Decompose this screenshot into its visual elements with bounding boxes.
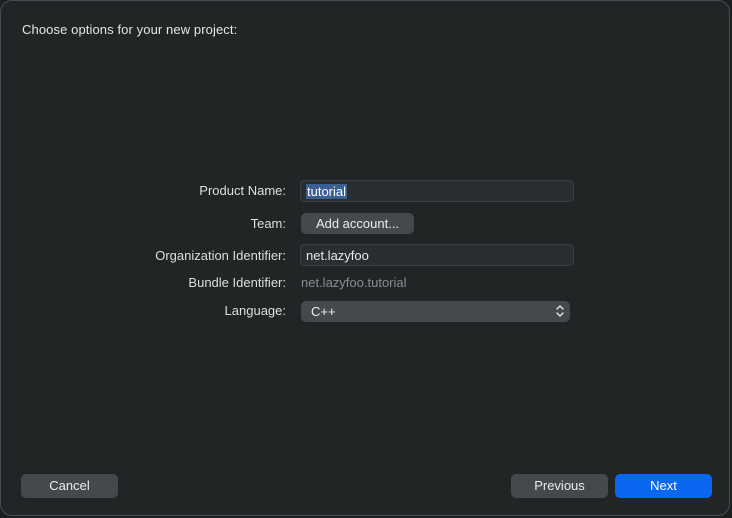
- language-popup[interactable]: C++: [301, 301, 570, 322]
- chevron-up-down-icon: [556, 305, 564, 317]
- language-selected-value: C++: [311, 304, 336, 319]
- next-button[interactable]: Next: [615, 474, 712, 498]
- bundle-identifier-label: Bundle Identifier:: [188, 275, 286, 290]
- bundle-identifier-value: net.lazyfoo.tutorial: [301, 275, 407, 290]
- previous-button[interactable]: Previous: [511, 474, 608, 498]
- organization-identifier-label: Organization Identifier:: [155, 248, 286, 263]
- language-label: Language:: [224, 303, 286, 318]
- new-project-options-dialog: Choose options for your new project: Pro…: [0, 0, 730, 516]
- product-name-field[interactable]: tutorial: [300, 180, 574, 202]
- organization-identifier-field[interactable]: net.lazyfoo: [300, 244, 574, 266]
- product-name-label: Product Name:: [199, 183, 286, 198]
- dialog-title: Choose options for your new project:: [22, 22, 238, 37]
- add-account-button[interactable]: Add account...: [301, 213, 414, 234]
- cancel-button[interactable]: Cancel: [21, 474, 118, 498]
- team-label: Team:: [250, 216, 286, 231]
- organization-identifier-value: net.lazyfoo: [306, 248, 369, 263]
- product-name-value: tutorial: [306, 184, 348, 199]
